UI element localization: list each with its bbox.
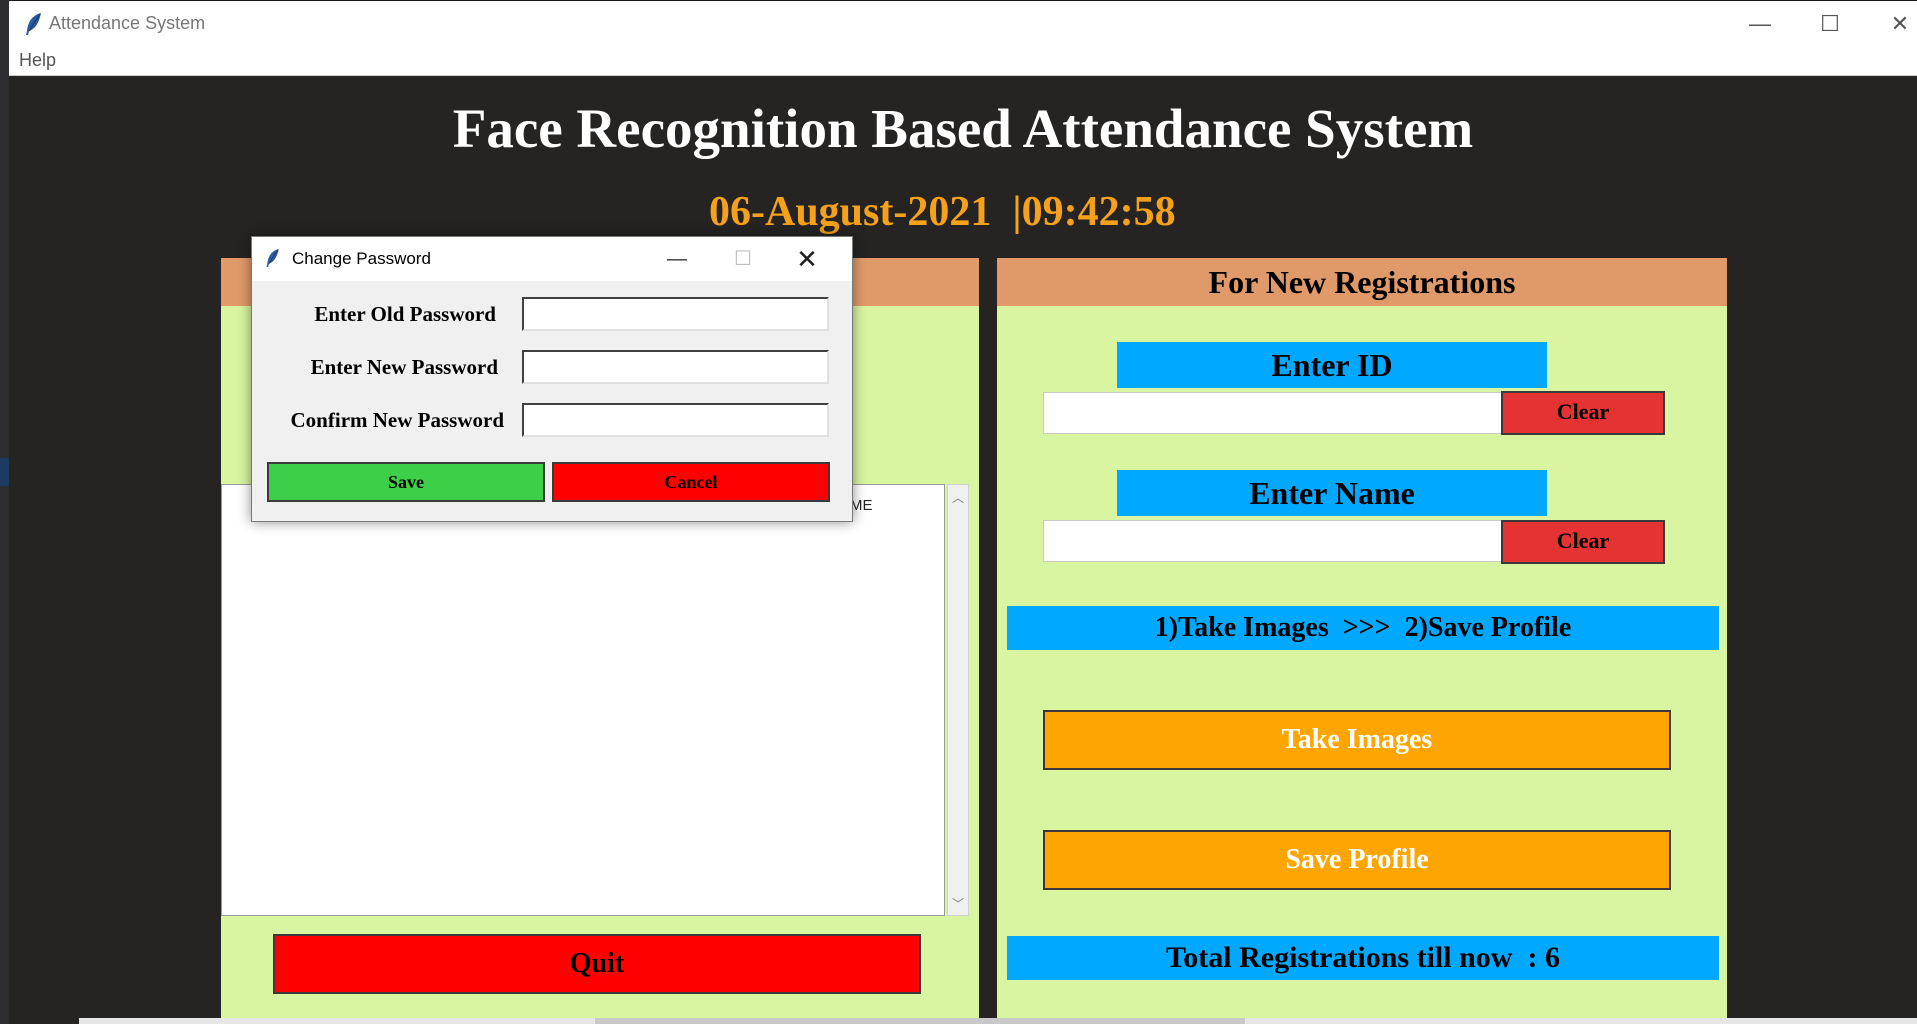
new-password-label: Enter New Password (310, 355, 498, 379)
quit-button[interactable]: Quit (273, 934, 921, 994)
feather-icon (266, 249, 279, 267)
save-profile-button[interactable]: Save Profile (1043, 830, 1671, 890)
dialog-titlebar: Change Password — ☐ ✕ (252, 237, 852, 281)
enter-name-label: Enter Name (1117, 470, 1547, 516)
attendance-table-scrollbar[interactable]: ︿ ﹀ (947, 484, 969, 916)
change-password-dialog: Change Password — ☐ ✕ Enter Old Password… (251, 236, 853, 522)
new-password-input[interactable] (522, 350, 829, 384)
confirm-password-label: Confirm New Password (290, 408, 504, 432)
close-button[interactable]: ✕ (1865, 1, 1917, 47)
window-titlebar: Attendance System — ☐ ✕ (9, 0, 1917, 46)
scrollbar-thumb[interactable] (595, 1018, 1245, 1024)
table-column-header: ME (850, 497, 873, 514)
cancel-button[interactable]: Cancel (552, 462, 830, 502)
minimize-button[interactable]: — (1725, 1, 1795, 47)
dialog-maximize-button: ☐ (734, 248, 752, 270)
steps-banner: 1)Take Images >>> 2)Save Profile (1007, 606, 1719, 650)
registration-panel-header: For New Registrations (997, 258, 1727, 306)
enter-id-label: Enter ID (1117, 342, 1547, 388)
name-input[interactable] (1043, 520, 1503, 562)
main-window: Attendance System — ☐ ✕ Help Face Recogn… (9, 0, 1917, 1024)
clear-name-button[interactable]: Clear (1501, 520, 1665, 564)
dialog-title: Change Password (292, 249, 431, 268)
datetime-display: 06-August-2021 |09:42:58 (709, 189, 1176, 235)
scroll-down-icon[interactable]: ﹀ (948, 895, 968, 912)
total-registrations-label: Total Registrations till now : 6 (1007, 936, 1719, 980)
feather-icon (26, 13, 41, 35)
menu-bar: Help (9, 46, 1917, 76)
take-images-button[interactable]: Take Images (1043, 710, 1671, 770)
scroll-up-icon[interactable]: ︿ (948, 489, 968, 506)
registration-panel: For New Registrations Enter ID Clear Ent… (997, 258, 1727, 1024)
confirm-password-input[interactable] (522, 403, 829, 437)
clear-id-button[interactable]: Clear (1501, 391, 1665, 435)
old-password-input[interactable] (522, 297, 829, 331)
save-button[interactable]: Save (267, 462, 545, 502)
window-title: Attendance System (49, 13, 206, 33)
menu-help[interactable]: Help (19, 50, 56, 71)
maximize-button[interactable]: ☐ (1795, 1, 1865, 47)
page-title: Face Recognition Based Attendance System (452, 98, 1474, 159)
dialog-minimize-button[interactable]: — (644, 237, 710, 281)
old-password-label: Enter Old Password (314, 302, 496, 326)
horizontal-scrollbar[interactable] (79, 1018, 1917, 1024)
attendance-table[interactable]: ME (221, 484, 945, 916)
id-input[interactable] (1043, 392, 1503, 434)
dialog-close-button[interactable]: ✕ (774, 237, 840, 281)
